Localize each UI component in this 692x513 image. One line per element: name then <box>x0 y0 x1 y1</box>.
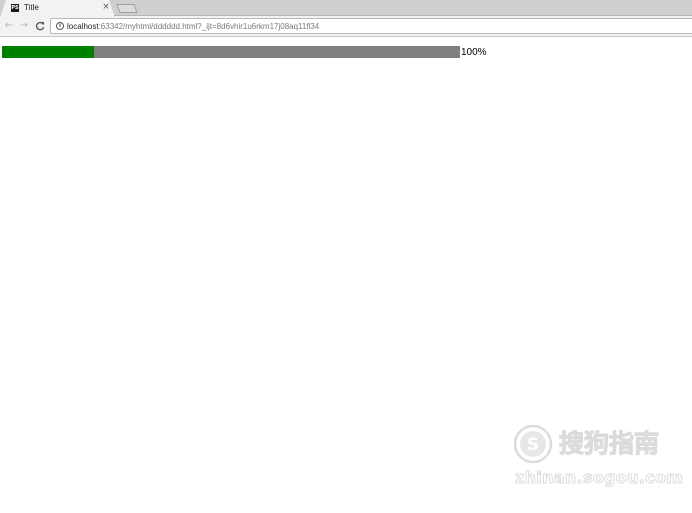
progress-label: 100% <box>461 47 487 58</box>
progress-bar-track <box>2 46 460 58</box>
progress-bar-fill <box>2 46 94 58</box>
close-icon[interactable]: × <box>101 2 111 12</box>
reload-icon[interactable] <box>33 19 47 33</box>
browser-toolbar: ← → i localhost:63342/myhtml/dddddd.html… <box>0 16 692 37</box>
back-arrow-icon[interactable]: ← <box>2 19 16 33</box>
tab-title: Title <box>24 3 39 12</box>
watermark-name: 搜狗指南 <box>558 429 660 459</box>
url-host: localhost <box>67 22 99 31</box>
app-favicon-icon: PS <box>11 4 19 12</box>
url-path: :63342/myhtml/dddddd.html?_ijt=8d6vhir1u… <box>98 22 320 31</box>
tab-strip: PS Title × <box>0 0 692 17</box>
browser-window: PS Title × ← → i localhost:63342/myhtml/… <box>0 0 692 513</box>
reload-icon-svg <box>35 21 45 31</box>
svg-text:S: S <box>527 435 539 455</box>
info-icon[interactable]: i <box>56 22 64 30</box>
forward-arrow-icon[interactable]: → <box>17 19 31 33</box>
watermark-domain: zhinan.sogou.com <box>514 468 684 488</box>
tab-active[interactable]: PS Title × <box>0 0 115 17</box>
address-bar[interactable]: i localhost:63342/myhtml/dddddd.html?_ij… <box>50 18 692 34</box>
new-tab-button[interactable] <box>116 4 138 13</box>
sogou-logo-icon: S <box>513 424 553 464</box>
url-text[interactable]: localhost:63342/myhtml/dddddd.html?_ijt=… <box>67 21 319 32</box>
watermark: S 搜狗指南 zhinan.sogou.com <box>513 424 683 494</box>
